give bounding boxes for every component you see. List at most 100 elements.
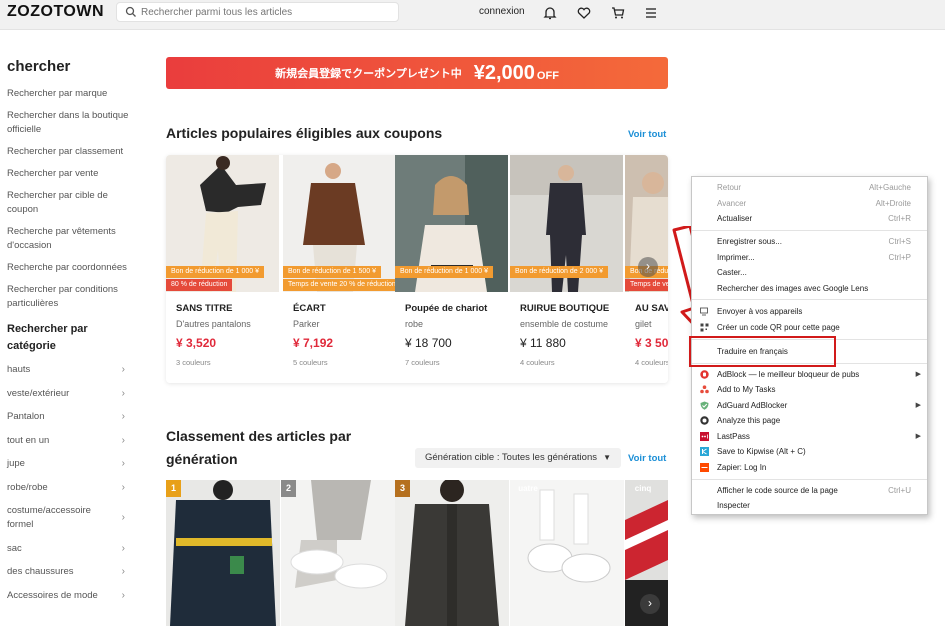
category-item[interactable]: veste/extérieur › [7, 387, 125, 401]
menu-item-google-lens[interactable]: Rechercher des images avec Google Lens [692, 281, 927, 296]
category-label: Pantalon [7, 411, 45, 422]
product-image [281, 480, 395, 626]
qr-code-icon [700, 323, 709, 332]
chevron-right-icon: › [121, 364, 125, 375]
menu-item-save-as[interactable]: Enregistrer sous... Ctrl+S [692, 234, 927, 249]
devices-icon [700, 307, 708, 316]
discount-badge: 80 % de réduction [166, 279, 233, 291]
ranking-card[interactable]: 2 [281, 480, 395, 626]
coupon-badge: Bon de réduction de 1 000 ¥ [166, 266, 264, 278]
category-item[interactable]: jupe › [7, 457, 125, 471]
menu-item-lastpass[interactable]: LastPass ▶ [692, 429, 927, 444]
category-item[interactable]: sac › [7, 542, 125, 556]
coupon-banner[interactable]: 新規会員登録でクーポンプレゼント中 ¥2,000 OFF [166, 57, 668, 89]
menu-item-qr-code[interactable]: Créer un code QR pour cette page [692, 320, 927, 335]
sidebar-link-conditions[interactable]: Rechercher par conditions particulières [7, 283, 129, 311]
top-header: ZOZOTOWN connexion [0, 0, 945, 30]
generation-dropdown-value: Génération cible : Toutes les génération… [425, 452, 597, 463]
sidebar-link-sale[interactable]: Rechercher par vente [7, 167, 129, 181]
submenu-arrow-icon: ▶ [915, 402, 921, 409]
product-type: gilet [635, 319, 652, 329]
zapier-icon [700, 463, 709, 472]
sidebar-link-coupon[interactable]: Rechercher par cible de coupon [7, 189, 129, 217]
product-colors: 5 couleurs [293, 358, 328, 367]
category-item[interactable]: tout en un › [7, 434, 125, 448]
menu-item-adguard[interactable]: AdGuard AdBlocker ▶ [692, 398, 927, 413]
popular-products: Bon de réduction de 1 000 ¥ 80 % de rédu… [166, 155, 668, 383]
product-price: ¥ 11 880 [520, 336, 566, 350]
category-item[interactable]: des chaussures › [7, 565, 125, 579]
product-type: ensemble de costume [520, 319, 609, 329]
product-card[interactable]: Bon de réduction de 1 000 ¥ Poupée de ch… [395, 155, 510, 383]
submenu-arrow-icon: ▶ [915, 371, 921, 378]
translate-highlight-box [689, 336, 836, 367]
product-image [510, 480, 624, 626]
banner-off: OFF [536, 70, 559, 82]
analyze-icon [700, 416, 709, 425]
menu-item-back[interactable]: Retour Alt+Gauche [692, 180, 927, 195]
category-title: Rechercher par catégorie [7, 323, 88, 352]
menu-separator [692, 479, 927, 480]
lastpass-icon [700, 432, 709, 441]
menu-item-forward[interactable]: Avancer Alt+Droite [692, 196, 927, 211]
ranking-see-all-link[interactable]: Voir tout [628, 453, 666, 464]
product-card[interactable]: Bon de réduction de 2 000 ¥ RUIRUE BOUTI… [510, 155, 625, 383]
product-type: Parker [293, 319, 320, 329]
menu-icon[interactable] [643, 5, 659, 21]
bell-icon[interactable] [542, 5, 558, 21]
rank-badge: cinq [634, 484, 652, 493]
login-link[interactable]: connexion [479, 6, 525, 17]
menu-item-cast[interactable]: Caster... [692, 265, 927, 280]
sidebar-link-ranking[interactable]: Rechercher par classement [7, 145, 129, 159]
ranking-card[interactable]: 1 [166, 480, 280, 626]
product-brand: ÉCART [293, 303, 326, 314]
product-brand: SANS TITRE [176, 303, 233, 314]
category-item[interactable]: hauts › [7, 363, 125, 377]
popular-see-all-link[interactable]: Voir tout [628, 129, 666, 140]
tasks-icon [700, 385, 709, 394]
product-image [166, 480, 280, 626]
search-bar[interactable] [116, 2, 399, 22]
caret-down-icon: ▼ [603, 453, 611, 462]
menu-item-adblock[interactable]: AdBlock — le meilleur bloqueur de pubs ▶ [692, 367, 927, 382]
banner-amount: ¥2,000 [473, 61, 535, 84]
product-brand: AU SAVO [635, 303, 668, 314]
ranking-card[interactable]: 3 [395, 480, 509, 626]
menu-item-print[interactable]: Imprimer... Ctrl+P [692, 250, 927, 265]
menu-item-kipwise[interactable]: Save to Kipwise (Alt + C) [692, 444, 927, 459]
category-item[interactable]: Accessoires de mode › [7, 589, 125, 603]
shield-icon [700, 401, 709, 410]
sidebar-link-brand[interactable]: Rechercher par marque [7, 87, 129, 101]
product-price: ¥ 18 700 [405, 336, 452, 350]
menu-item-send-to-devices[interactable]: Envoyer à vos appareils [692, 304, 927, 319]
sidebar: chercher Rechercher par marque Recherche… [7, 58, 137, 612]
chevron-right-icon: › [121, 566, 125, 577]
generation-dropdown[interactable]: Génération cible : Toutes les génération… [415, 448, 621, 468]
category-label: des chaussures [7, 566, 74, 577]
menu-item-reload[interactable]: Actualiser Ctrl+R [692, 211, 927, 226]
sidebar-title: chercher [7, 58, 71, 75]
sidebar-link-official-store[interactable]: Rechercher dans la boutique officielle [7, 109, 129, 137]
category-item[interactable]: Pantalon › [7, 410, 125, 424]
ranking-card[interactable]: uatre [510, 480, 624, 626]
site-logo[interactable]: ZOZOTOWN [7, 3, 104, 21]
menu-item-add-tasks[interactable]: Add to My Tasks [692, 382, 927, 397]
product-card[interactable]: Bon de réduction de 1 500 ¥ Temps de ven… [283, 155, 401, 383]
submenu-arrow-icon: ▶ [915, 433, 921, 440]
heart-icon[interactable] [576, 5, 592, 21]
sidebar-link-used[interactable]: Recherche par vêtements d'occasion [7, 225, 129, 253]
category-item[interactable]: robe/robe › [7, 481, 125, 495]
cart-icon[interactable] [610, 5, 626, 21]
category-item[interactable]: costume/accessoire formel › [7, 504, 125, 532]
category-label: jupe [7, 458, 25, 469]
menu-item-view-source[interactable]: Afficher le code source de la page Ctrl+U [692, 483, 927, 498]
menu-item-analyze[interactable]: Analyze this page [692, 413, 927, 428]
menu-item-zapier[interactable]: Zapier: Log In [692, 460, 927, 475]
product-card[interactable]: Bon de réduction de 1 000 ¥ 80 % de rédu… [166, 155, 281, 383]
search-input[interactable] [141, 4, 391, 20]
carousel-next-button[interactable]: › [640, 594, 660, 614]
carousel-next-button[interactable]: › [638, 257, 658, 277]
sidebar-link-coordinates[interactable]: Recherche par coordonnées [7, 261, 129, 275]
menu-item-inspect[interactable]: Inspecter [692, 498, 927, 513]
category-label: veste/extérieur [7, 387, 70, 399]
